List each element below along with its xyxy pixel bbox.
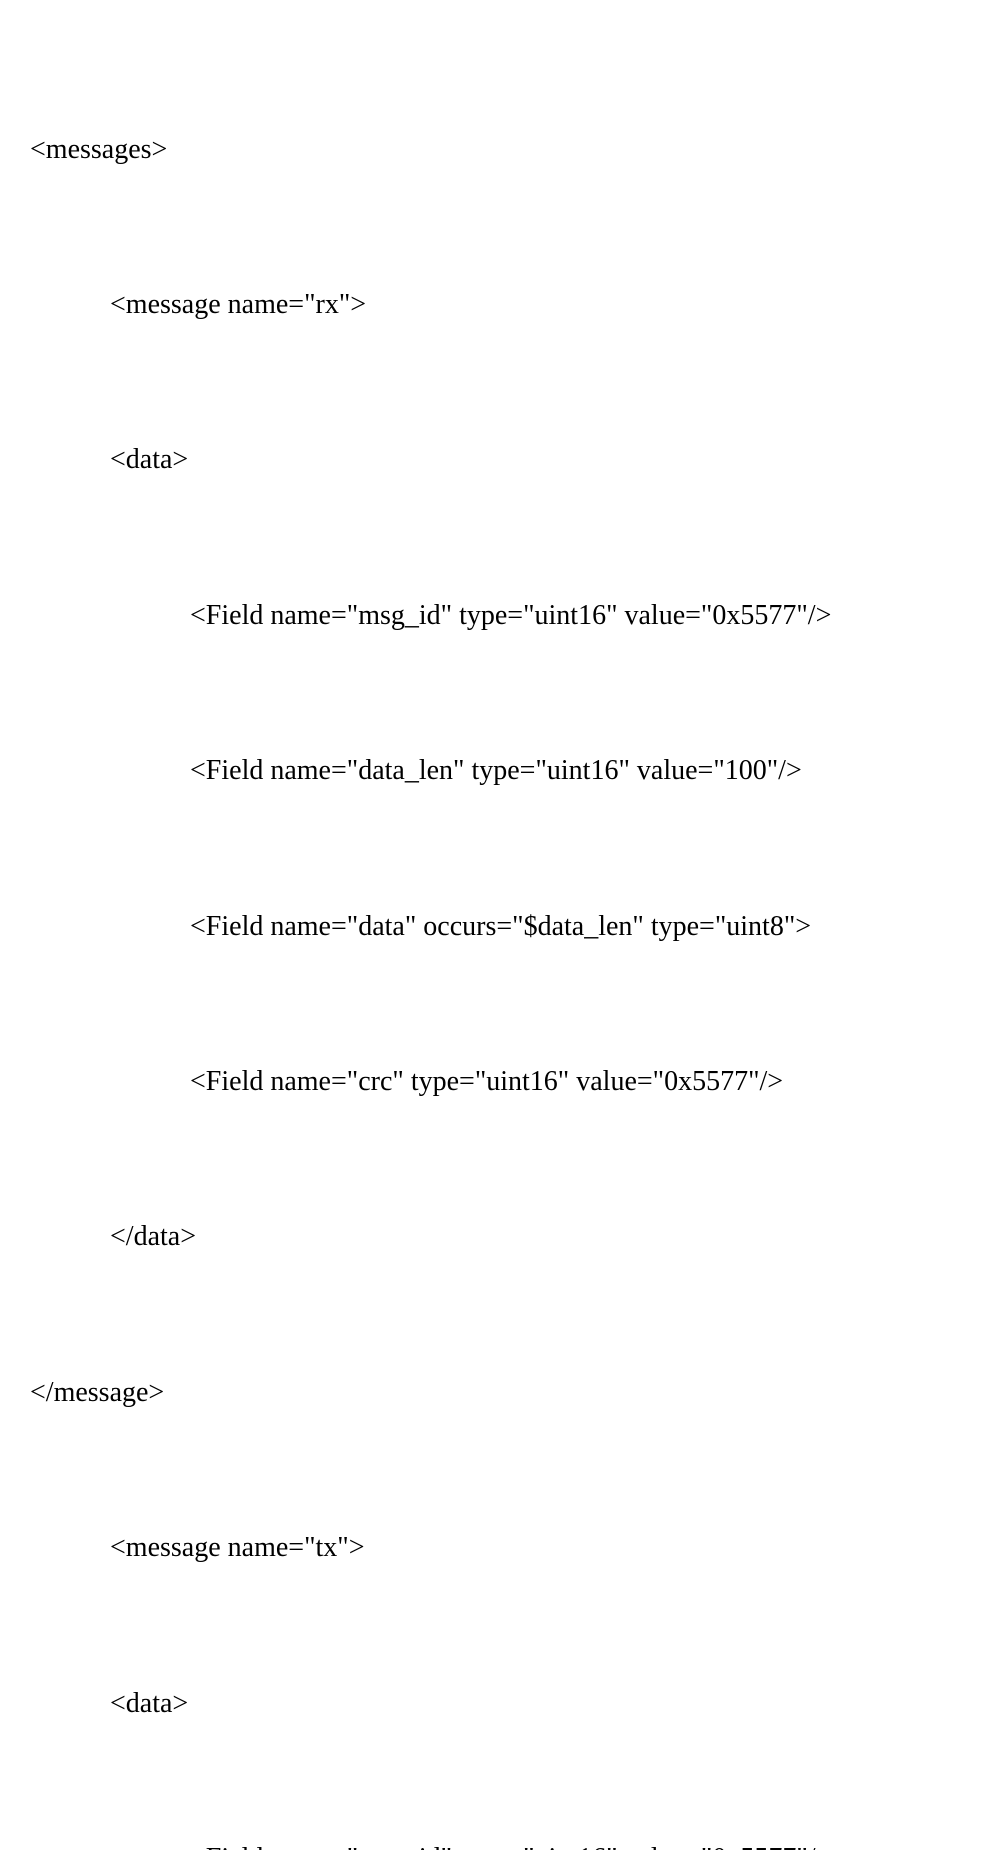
code-line: </message> <box>30 1367 970 1419</box>
code-line: <Field name="msg_id" type="uint16" value… <box>30 1833 970 1850</box>
code-line: <message name="tx"> <box>30 1522 970 1574</box>
code-line: <Field name="msg_id" type="uint16" value… <box>30 590 970 642</box>
code-line: <message name="rx"> <box>30 279 970 331</box>
xml-code-block: <messages> <message name="rx"> <data> <F… <box>30 20 970 1850</box>
code-line: <data> <box>30 1678 970 1730</box>
code-line: <data> <box>30 434 970 486</box>
code-line: <Field name="data_len" type="uint16" val… <box>30 745 970 797</box>
code-line: <Field name="crc" type="uint16" value="0… <box>30 1056 970 1108</box>
code-line: <messages> <box>30 124 970 176</box>
code-line: </data> <box>30 1211 970 1263</box>
code-line: <Field name="data" occurs="$data_len" ty… <box>30 901 970 953</box>
